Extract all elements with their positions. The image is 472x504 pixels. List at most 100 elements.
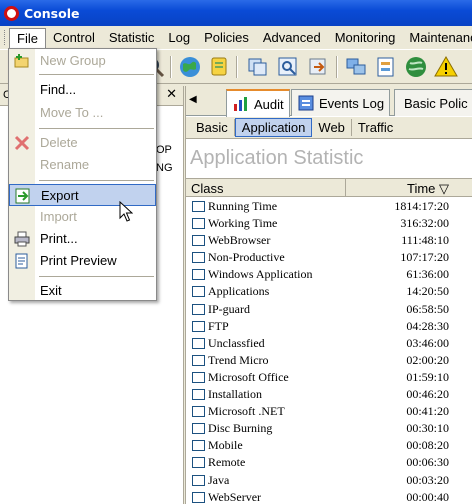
menu-advanced[interactable]: Advanced — [256, 28, 328, 47]
row-checkbox[interactable] — [192, 371, 205, 383]
subtab-application[interactable]: Application — [234, 118, 313, 137]
row-class-name: Microsoft Office — [208, 369, 289, 384]
row-time-value: 01:59:10 — [406, 369, 449, 384]
row-checkbox[interactable] — [192, 235, 205, 247]
menu-item-export[interactable]: Export — [9, 184, 156, 206]
row-checkbox[interactable] — [192, 269, 205, 281]
menu-policies[interactable]: Policies — [197, 28, 256, 47]
computer-tool-icon[interactable] — [344, 55, 368, 79]
tab-label: Basic Polic — [404, 95, 468, 111]
row-checkbox[interactable] — [192, 474, 205, 486]
row-time-value: 107:17:20 — [400, 250, 449, 265]
tree-text-fragment: OP — [156, 144, 172, 156]
row-time-value: 00:46:20 — [406, 387, 449, 402]
row-class-name: WebServer — [208, 489, 262, 504]
column-header-class[interactable]: Class — [191, 181, 224, 196]
globe-tool-icon[interactable] — [178, 55, 202, 79]
tab-scroll-left-icon[interactable]: ◀ — [189, 94, 197, 105]
row-checkbox[interactable] — [192, 389, 205, 401]
menu-item-print-preview[interactable]: Print Preview — [9, 250, 156, 272]
table-row[interactable]: Unclassfied 03:46:00 — [186, 335, 472, 352]
tab-basic-policy[interactable]: Basic Polic — [394, 89, 472, 116]
warning-tool-icon[interactable] — [434, 55, 458, 79]
menu-item-import[interactable]: Import — [9, 206, 156, 228]
table-row[interactable]: Non-Productive 107:17:20 — [186, 249, 472, 266]
table-row[interactable]: Windows Application 61:36:00 — [186, 266, 472, 283]
menu-monitoring[interactable]: Monitoring — [328, 28, 403, 47]
view-tool-icon[interactable] — [276, 55, 300, 79]
subtab-web[interactable]: Web — [312, 119, 352, 136]
row-checkbox[interactable] — [192, 354, 205, 366]
row-checkbox[interactable] — [192, 457, 205, 469]
table-row[interactable]: Microsoft .NET 00:41:20 — [186, 403, 472, 420]
menu-item-rename[interactable]: Rename — [9, 154, 156, 176]
network-tool-icon[interactable] — [404, 55, 428, 79]
table-row[interactable]: Java 00:03:20 — [186, 472, 472, 489]
title-bar: Console — [0, 0, 472, 26]
menu-maintenance[interactable]: Maintenance — [402, 28, 472, 47]
table-row[interactable]: WebServer 00:00:40 — [186, 489, 472, 504]
menu-item-print[interactable]: Print... — [9, 228, 156, 250]
row-class-name: WebBrowser — [208, 233, 271, 248]
policy-tool-icon[interactable] — [208, 55, 232, 79]
row-checkbox[interactable] — [192, 491, 205, 503]
tab-audit[interactable]: Audit — [226, 89, 290, 117]
menu-statistic[interactable]: Statistic — [102, 28, 162, 47]
row-time-value: 02:00:20 — [406, 352, 449, 367]
table-row[interactable]: FTP 04:28:30 — [186, 318, 472, 335]
menu-item-find[interactable]: Find... — [9, 79, 156, 101]
statistic-table-body: Running Time 1814:17:20 Working Time 316:32… — [186, 198, 472, 504]
report-tool-icon[interactable] — [374, 55, 398, 79]
row-checkbox[interactable] — [192, 320, 205, 332]
table-row[interactable]: Remote 00:06:30 — [186, 454, 472, 471]
row-checkbox[interactable] — [192, 423, 205, 435]
row-class-name: Windows Application — [208, 267, 313, 282]
row-checkbox[interactable] — [192, 218, 205, 230]
table-row[interactable]: IP-guard 06:58:50 — [186, 301, 472, 318]
menu-item-new-group[interactable]: New Group — [9, 50, 156, 72]
windows-tool-icon[interactable] — [246, 55, 270, 79]
row-checkbox[interactable] — [192, 406, 205, 418]
row-class-name: FTP — [208, 318, 229, 333]
table-row[interactable]: Disc Burning 00:30:10 — [186, 420, 472, 437]
print-preview-icon — [15, 253, 28, 269]
menu-separator — [39, 180, 154, 181]
table-row[interactable]: Applications 14:20:50 — [186, 283, 472, 300]
table-row[interactable]: Microsoft Office 01:59:10 — [186, 369, 472, 386]
tab-events-log[interactable]: Events Log — [291, 89, 391, 116]
row-class-name: Microsoft .NET — [208, 404, 285, 419]
app-icon — [4, 5, 19, 21]
row-time-value: 111:48:10 — [401, 233, 449, 248]
menu-item-exit[interactable]: Exit — [9, 280, 156, 302]
transfer-tool-icon[interactable] — [306, 55, 330, 79]
row-checkbox[interactable] — [192, 201, 205, 212]
column-divider[interactable] — [345, 179, 346, 196]
row-checkbox[interactable] — [192, 252, 205, 264]
row-time-value: 00:08:20 — [406, 438, 449, 453]
table-row[interactable]: Trend Micro 02:00:20 — [186, 352, 472, 369]
menu-item-move-to[interactable]: Move To ... — [9, 102, 156, 124]
table-row[interactable]: Mobile 00:08:20 — [186, 437, 472, 454]
table-row[interactable]: WebBrowser 111:48:10 — [186, 232, 472, 249]
menu-file[interactable]: File — [9, 27, 46, 48]
subtab-traffic[interactable]: Traffic — [352, 119, 399, 136]
row-checkbox[interactable] — [192, 286, 205, 298]
subtab-basic[interactable]: Basic — [190, 119, 235, 136]
menu-item-delete[interactable]: Delete — [9, 132, 156, 154]
table-row[interactable]: Installation 00:46:20 — [186, 386, 472, 403]
row-class-name: Working Time — [208, 216, 278, 231]
column-header-time[interactable]: Time ▽ — [407, 181, 449, 197]
menubar-grip — [4, 30, 5, 45]
row-class-name: Applications — [208, 284, 270, 299]
row-checkbox[interactable] — [192, 440, 205, 452]
table-row[interactable]: Running Time 1814:17:20 — [186, 198, 472, 215]
table-row[interactable]: Working Time 316:32:00 — [186, 215, 472, 232]
toolbar-separator — [170, 56, 172, 78]
close-icon[interactable]: ✕ — [166, 87, 177, 102]
row-checkbox[interactable] — [192, 337, 205, 349]
row-time-value: 00:41:20 — [406, 404, 449, 419]
menu-control[interactable]: Control — [46, 28, 102, 47]
mouse-cursor-icon — [119, 201, 133, 222]
menu-log[interactable]: Log — [161, 28, 197, 47]
row-checkbox[interactable] — [192, 303, 205, 315]
